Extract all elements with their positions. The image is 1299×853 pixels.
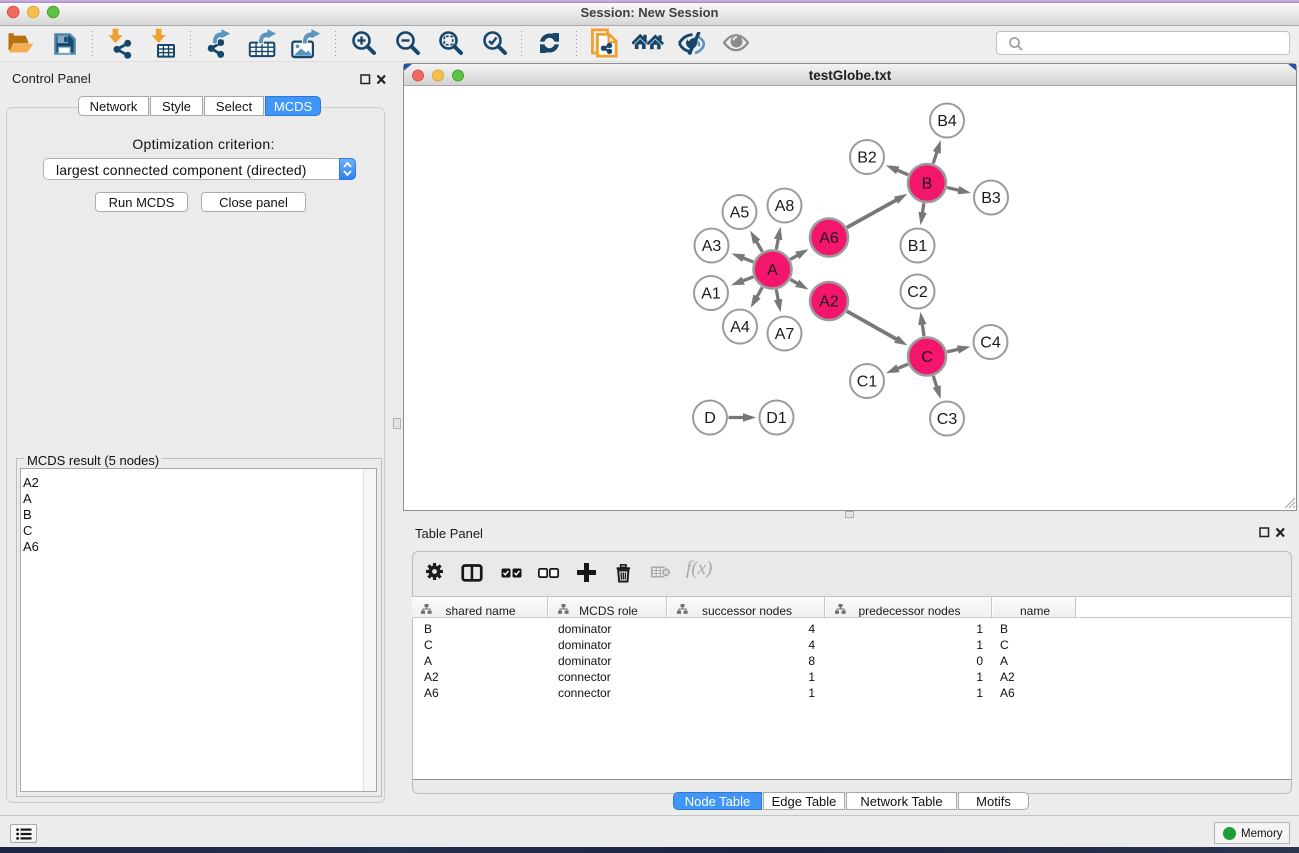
svg-text:C4: C4	[980, 335, 1001, 352]
svg-text:A7: A7	[775, 326, 795, 343]
svg-text:C: C	[921, 349, 933, 366]
svg-text:A6: A6	[819, 230, 839, 247]
svg-text:B2: B2	[857, 150, 877, 167]
svg-text:C2: C2	[907, 284, 928, 301]
svg-text:A4: A4	[730, 319, 750, 336]
svg-text:B3: B3	[981, 190, 1001, 207]
svg-text:A: A	[767, 262, 778, 279]
svg-text:C1: C1	[857, 374, 878, 391]
svg-text:D: D	[704, 410, 716, 427]
svg-text:A3: A3	[702, 238, 722, 255]
svg-text:B: B	[922, 176, 933, 193]
svg-text:A5: A5	[730, 205, 750, 222]
svg-text:B1: B1	[908, 238, 928, 255]
svg-text:B4: B4	[937, 113, 957, 130]
svg-text:D1: D1	[766, 410, 787, 427]
svg-text:A1: A1	[701, 286, 721, 303]
svg-text:A2: A2	[819, 294, 839, 311]
svg-text:C3: C3	[937, 411, 958, 428]
svg-text:A8: A8	[775, 198, 795, 215]
